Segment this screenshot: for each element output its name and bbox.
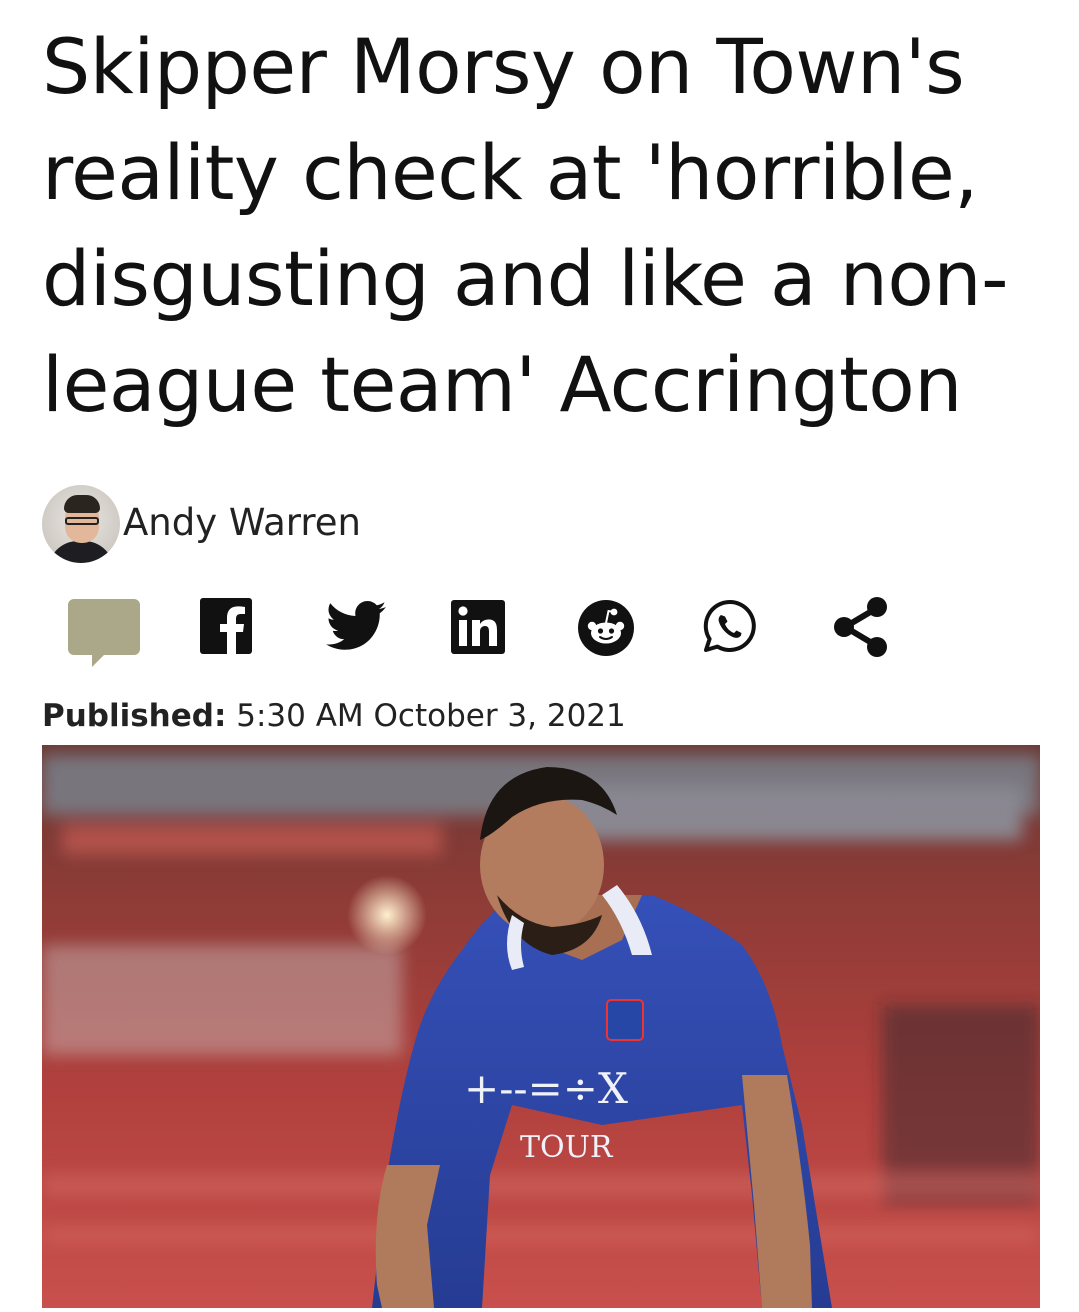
hero-photo: +--=÷X TOUR: [42, 745, 1040, 1308]
author-byline[interactable]: Andy Warren: [42, 484, 361, 564]
comment-icon[interactable]: [68, 599, 140, 671]
published-label: Published:: [42, 698, 227, 734]
published-value: 5:30 AM October 3, 2021: [236, 698, 626, 734]
jersey-text: TOUR: [520, 1130, 614, 1165]
article-headline: Skipper Morsy on Town's reality check at…: [42, 22, 1009, 429]
hero-image[interactable]: +--=÷X TOUR: [42, 745, 1040, 1308]
share-bar: [66, 596, 966, 668]
whatsapp-icon[interactable]: [702, 598, 758, 654]
published-date: Published: 5:30 AM October 3, 2021: [42, 698, 626, 734]
facebook-icon[interactable]: [200, 598, 252, 654]
author-avatar[interactable]: [42, 485, 120, 563]
jersey-sponsor: +--=÷X: [464, 1064, 628, 1113]
share-icon[interactable]: [832, 596, 890, 658]
reddit-icon[interactable]: [576, 598, 636, 658]
author-name[interactable]: Andy Warren: [123, 501, 361, 544]
twitter-icon[interactable]: [326, 600, 386, 652]
linkedin-icon[interactable]: [451, 600, 505, 654]
